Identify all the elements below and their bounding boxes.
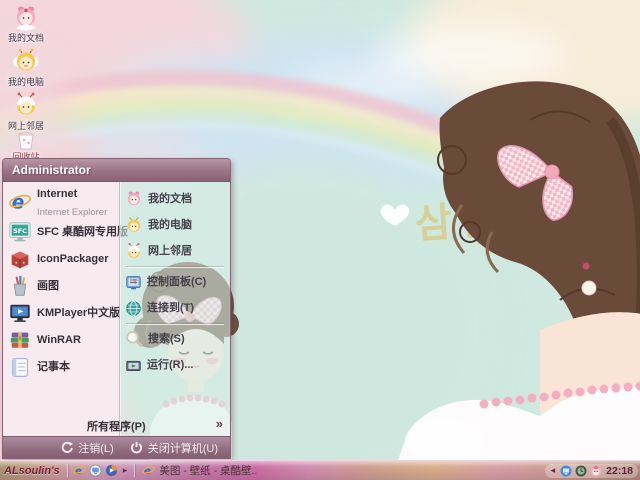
menu-item-winrar[interactable]: WinRAR <box>3 326 119 353</box>
all-programs-arrow-icon: » <box>215 416 223 431</box>
menu-item-title: WinRAR <box>37 333 81 346</box>
menu-item-network-places[interactable]: 网上邻居 <box>120 238 230 264</box>
menu-item-label: 控制面板(C) <box>147 276 207 288</box>
menu-item-sfc[interactable]: SFC SFC 桌酷网专用版 <box>3 218 128 245</box>
menu-item-notepad[interactable]: 记事本 <box>3 353 119 380</box>
menu-item-run[interactable]: 运行(R)... <box>120 352 230 378</box>
desktop-icon-my-computer[interactable]: 我的电脑 <box>0 48 52 87</box>
menu-item-control-panel[interactable]: 控制面板(C) <box>120 269 230 295</box>
menu-item-title: 记事本 <box>37 360 70 373</box>
desktop-icon-my-documents[interactable]: 我的文档 <box>0 4 52 43</box>
menu-item-label: 我的文档 <box>148 193 192 205</box>
menu-item-label: 我的电脑 <box>148 219 192 231</box>
menu-item-title: IconPackager <box>37 252 109 265</box>
system-tray: ◂ 22:18 <box>544 463 638 478</box>
menu-item-internet[interactable]: e Internet Internet Explorer <box>3 185 119 218</box>
desktop-icon-network-places[interactable]: 网上邻居 <box>0 92 52 131</box>
start-menu-user-banner: Administrator <box>3 159 230 182</box>
menu-item-subtitle: Internet Explorer <box>37 206 108 218</box>
control-panel-icon <box>126 275 141 289</box>
svg-text:SFC: SFC <box>13 226 27 234</box>
tray-overflow-icon[interactable]: ◂ <box>549 465 558 476</box>
menu-item-label: 搜索(S) <box>148 333 185 345</box>
taskbar: ALsoulin's e ▸ e 美图 - 壁纸 - 桌酷壁.. ◂ 22:18 <box>0 460 640 480</box>
kmplayer-icon <box>10 304 30 322</box>
task-button-browser[interactable]: e 美图 - 壁纸 - 桌酷壁.. <box>137 463 262 478</box>
shut-down-button[interactable]: 关闭计算机(U) <box>130 440 218 456</box>
taskbar-divider <box>134 464 136 477</box>
connect-to-icon <box>126 300 141 316</box>
menu-item-label: 运行(R)... <box>147 359 194 371</box>
menu-item-label: 网上邻居 <box>148 245 192 257</box>
all-programs-button[interactable]: 所有程序(P) » <box>3 412 230 436</box>
desktop-icon-label: 我的文档 <box>7 33 44 43</box>
desktop-icon-label: 我的电脑 <box>7 77 44 87</box>
menu-separator <box>126 323 224 324</box>
start-menu-pinned-list: e Internet Internet Explorer SFC SFC 桌酷网… <box>3 182 128 436</box>
paint-icon <box>13 275 27 296</box>
menu-item-iconpackager[interactable]: IconPackager <box>3 245 119 272</box>
my-computer-icon <box>127 217 141 232</box>
start-menu: Administrator e Internet Internet Explor… <box>2 158 231 459</box>
log-off-button[interactable]: 注销(L) <box>60 440 114 456</box>
log-off-label: 注销(L) <box>78 442 114 455</box>
quick-launch: e ▸ <box>70 464 133 477</box>
internet-explorer-icon: e <box>8 192 32 213</box>
start-menu-footer: 注销(L) 关闭计算机(U) <box>3 436 230 458</box>
desktop: 삼월 我的文档 我的电脑 网上邻居 回收站 Administrator e In… <box>0 0 640 480</box>
shut-down-label: 关闭计算机(U) <box>147 442 218 455</box>
recycle-bin-icon <box>18 132 34 150</box>
menu-separator <box>126 266 224 267</box>
menu-item-kmplayer[interactable]: KMPlayer中文版 <box>3 299 121 326</box>
tray-messenger-icon[interactable] <box>590 465 602 477</box>
quick-launch-overflow-icon[interactable]: ▸ <box>121 465 130 476</box>
start-menu-places-list: 我的文档 我的电脑 网上邻居 控制面板(C) 连接到(T) 搜索(S) 运行(R… <box>119 182 230 436</box>
media-player-icon[interactable] <box>105 464 118 477</box>
network-places-icon <box>127 242 141 258</box>
shut-down-icon <box>130 441 142 454</box>
menu-item-connect-to[interactable]: 连接到(T) <box>120 295 230 321</box>
menu-item-title: 画图 <box>37 279 59 292</box>
menu-item-title: SFC 桌酷网专用版 <box>37 225 129 238</box>
taskbar-clock[interactable]: 22:18 <box>605 465 634 477</box>
tray-scheduler-icon[interactable] <box>575 465 587 477</box>
winrar-icon <box>10 331 29 348</box>
log-off-icon <box>62 441 74 453</box>
network-places-icon <box>17 92 35 115</box>
sfc-icon: SFC <box>9 221 31 241</box>
menu-item-my-documents[interactable]: 我的文档 <box>120 186 230 212</box>
menu-item-title: KMPlayer中文版 <box>37 306 121 319</box>
task-button-title: 美图 - 壁纸 - 桌酷壁.. <box>159 465 258 477</box>
user-name: Administrator <box>12 163 91 177</box>
my-computer-icon <box>13 48 39 71</box>
start-button[interactable]: ALsoulin's <box>0 465 65 477</box>
show-desktop-icon[interactable] <box>89 464 102 477</box>
my-documents-icon <box>127 191 141 206</box>
menu-item-my-computer[interactable]: 我的电脑 <box>120 212 230 238</box>
desktop-icon-label: 网上邻居 <box>7 121 44 131</box>
all-programs-label: 所有程序(P) <box>87 421 146 433</box>
taskbar-divider <box>66 464 68 477</box>
menu-item-title: Internet <box>37 187 78 200</box>
my-documents-icon <box>16 6 36 31</box>
run-icon <box>126 360 141 371</box>
internet-explorer-icon[interactable]: e <box>73 464 86 477</box>
menu-item-label: 连接到(T) <box>147 302 195 314</box>
menu-item-search[interactable]: 搜索(S) <box>120 326 230 352</box>
internet-explorer-icon: e <box>142 466 155 477</box>
tray-network-icon[interactable] <box>560 465 572 477</box>
menu-item-paint[interactable]: 画图 <box>3 272 119 299</box>
notepad-icon <box>12 357 28 377</box>
search-icon <box>126 330 143 348</box>
iconpackager-icon <box>11 251 29 268</box>
